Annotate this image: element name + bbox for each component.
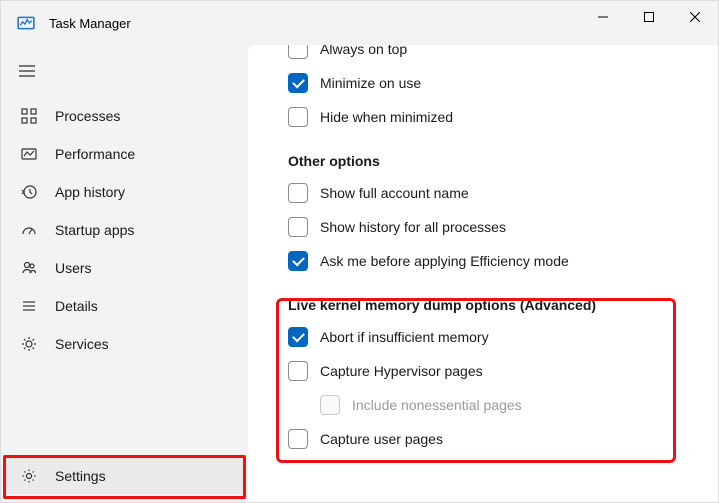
checkbox[interactable] — [288, 429, 308, 449]
option-label: Capture Hypervisor pages — [320, 363, 483, 379]
sidebar-item-performance[interactable]: Performance — [5, 136, 244, 172]
option-label: Include nonessential pages — [352, 397, 522, 413]
option-label: Hide when minimized — [320, 109, 453, 125]
option-abort-insufficient[interactable]: Abort if insufficient memory — [288, 325, 694, 349]
history-icon — [19, 182, 39, 202]
list-icon — [19, 296, 39, 316]
option-label: Minimize on use — [320, 75, 421, 91]
sidebar-item-settings[interactable]: Settings — [5, 458, 244, 494]
sidebar-item-users[interactable]: Users — [5, 250, 244, 286]
option-minimize-on-use[interactable]: Minimize on use — [288, 71, 694, 95]
sidebar-item-startup-apps[interactable]: Startup apps — [5, 212, 244, 248]
hamburger-button[interactable] — [7, 53, 47, 89]
section-title-other: Other options — [288, 153, 694, 169]
services-icon — [19, 334, 39, 354]
checkbox[interactable] — [288, 45, 308, 59]
option-label: Capture user pages — [320, 431, 443, 447]
gear-icon — [19, 466, 39, 486]
app-icon — [17, 14, 35, 32]
checkbox[interactable] — [288, 217, 308, 237]
sidebar: Processes Performance App history Startu… — [1, 45, 248, 502]
option-hide-when-minimized[interactable]: Hide when minimized — [288, 105, 694, 129]
checkbox[interactable] — [288, 107, 308, 127]
sidebar-item-processes[interactable]: Processes — [5, 98, 244, 134]
section-title-dump: Live kernel memory dump options (Advance… — [288, 297, 694, 313]
option-label: Abort if insufficient memory — [320, 329, 489, 345]
sidebar-item-label: Services — [55, 336, 109, 352]
performance-icon — [19, 144, 39, 164]
option-capture-hypervisor[interactable]: Capture Hypervisor pages — [288, 359, 694, 383]
close-button[interactable] — [672, 1, 718, 33]
users-icon — [19, 258, 39, 278]
gauge-icon — [19, 220, 39, 240]
maximize-button[interactable] — [626, 1, 672, 33]
option-always-on-top[interactable]: Always on top — [288, 45, 694, 61]
option-show-full-account-name[interactable]: Show full account name — [288, 181, 694, 205]
sidebar-item-label: Users — [55, 260, 92, 276]
checkbox[interactable] — [288, 73, 308, 93]
sidebar-item-label: Performance — [55, 146, 135, 162]
sidebar-item-details[interactable]: Details — [5, 288, 244, 324]
option-include-nonessential: Include nonessential pages — [320, 393, 694, 417]
option-show-history-all[interactable]: Show history for all processes — [288, 215, 694, 239]
window-controls — [580, 1, 718, 33]
sidebar-item-services[interactable]: Services — [5, 326, 244, 362]
grid-icon — [19, 106, 39, 126]
window-title: Task Manager — [49, 16, 131, 31]
sidebar-item-label: Settings — [55, 468, 106, 484]
sidebar-item-label: Processes — [55, 108, 120, 124]
option-ask-efficiency[interactable]: Ask me before applying Efficiency mode — [288, 249, 694, 273]
checkbox[interactable] — [288, 361, 308, 381]
checkbox[interactable] — [288, 251, 308, 271]
sidebar-item-label: App history — [55, 184, 125, 200]
option-label: Always on top — [320, 45, 407, 57]
option-label: Ask me before applying Efficiency mode — [320, 253, 569, 269]
option-capture-user[interactable]: Capture user pages — [288, 427, 694, 451]
checkbox — [320, 395, 340, 415]
option-label: Show full account name — [320, 185, 469, 201]
sidebar-item-label: Startup apps — [55, 222, 134, 238]
checkbox[interactable] — [288, 327, 308, 347]
settings-content: Always on top Minimize on use Hide when … — [248, 45, 718, 502]
option-label: Show history for all processes — [320, 219, 506, 235]
sidebar-item-label: Details — [55, 298, 98, 314]
sidebar-item-app-history[interactable]: App history — [5, 174, 244, 210]
minimize-button[interactable] — [580, 1, 626, 33]
checkbox[interactable] — [288, 183, 308, 203]
